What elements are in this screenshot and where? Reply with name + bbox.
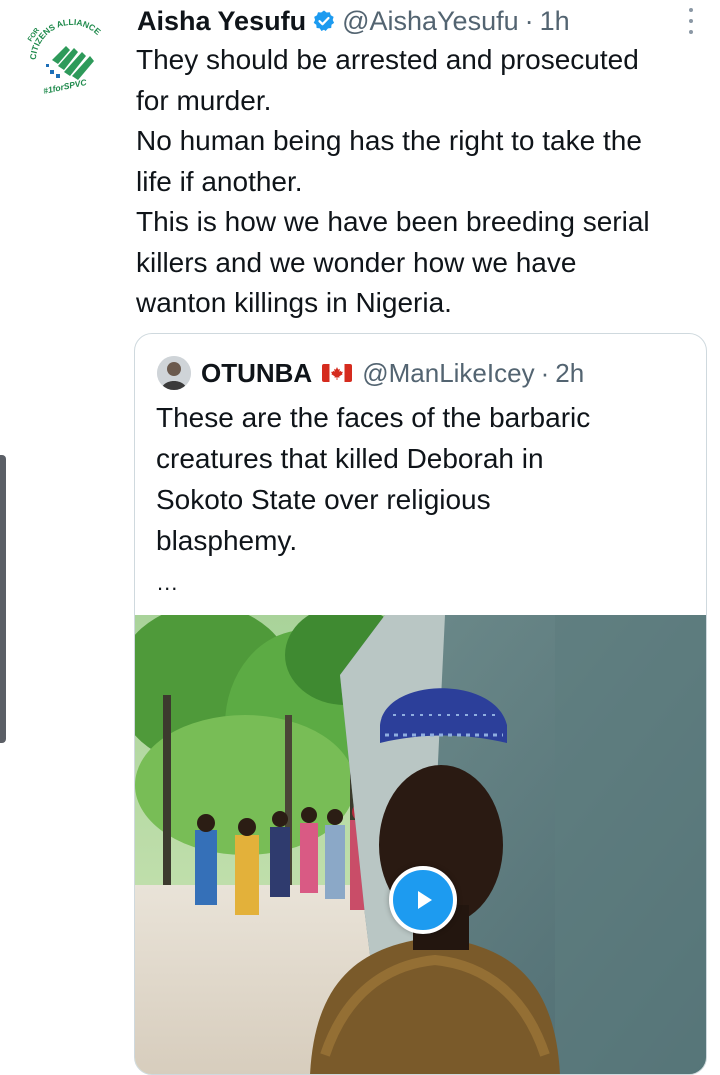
quoted-text-line: These are the faces of the barbaric (156, 402, 591, 433)
canada-flag-icon (322, 362, 353, 384)
tweet-header: Aisha Yesufu @AishaYesufu · 1h (137, 2, 707, 40)
author-avatar[interactable]: CITIZENS ALLIANCE FOR #1forSPVC (22, 12, 120, 110)
author-name[interactable]: Aisha Yesufu (137, 6, 306, 37)
quoted-text-line: blasphemy. (156, 525, 298, 556)
tweet-text: They should be arrested and prosecuted f… (136, 40, 706, 324)
quoted-author-handle[interactable]: @ManLikeIcey (362, 358, 534, 389)
tweet-text-line: wanton killings in Nigeria. (136, 287, 452, 318)
tweet-text-line: life if another. (136, 165, 303, 197)
author-handle[interactable]: @AishaYesufu (342, 6, 519, 37)
play-icon[interactable] (389, 866, 457, 934)
tweet-text-line: killers and we wonder how we have (136, 246, 577, 278)
quoted-tweet-timestamp[interactable]: 2h (555, 358, 584, 389)
quoted-tweet-header: OTUNBA @ManLikeIcey · 2h (157, 354, 584, 392)
quoted-author-name[interactable]: OTUNBA (201, 358, 312, 389)
tweet-text-line: This is how we have been breeding serial (136, 206, 650, 237)
logo-hashtag-text: #1forSPVC (42, 77, 88, 96)
quoted-author-avatar[interactable] (157, 356, 191, 390)
quoted-text-line: creatures that killed Deborah in (156, 443, 544, 474)
citizens-alliance-logo: CITIZENS ALLIANCE FOR #1forSPVC (27, 17, 103, 96)
header-separator: · (524, 5, 534, 36)
tweet-text-line: for murder. (136, 84, 272, 116)
quoted-text-line: Sokoto State over religious (156, 484, 491, 515)
tweet-text-line: No human being has the right to take the (136, 125, 642, 156)
more-vertical-icon[interactable] (682, 8, 700, 34)
video-thumbnail[interactable] (135, 615, 706, 1075)
quoted-tweet-text: These are the faces of the barbaric crea… (156, 397, 686, 561)
verified-badge-icon (312, 9, 336, 33)
tweet-text-line: They should be arrested and prosecuted (136, 44, 639, 75)
quoted-header-separator: · (540, 357, 550, 388)
quoted-text-ellipsis: ... (157, 570, 179, 595)
tweet-timestamp[interactable]: 1h (540, 6, 570, 37)
quoted-tweet-card[interactable]: OTUNBA @ManLikeIcey · 2h These are the f… (134, 333, 707, 1075)
left-scroll-edge (0, 455, 6, 743)
